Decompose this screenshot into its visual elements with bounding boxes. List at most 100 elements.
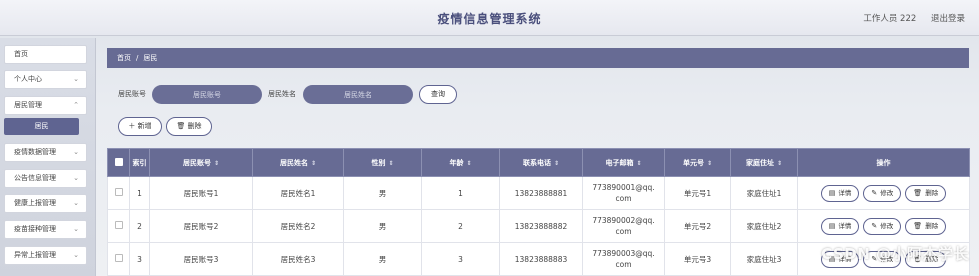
delete-button[interactable]: 🗑 删除: [905, 184, 947, 202]
add-label: 新增: [137, 122, 152, 130]
sidebar-item-label: 疫情数据管理: [14, 148, 56, 156]
cell-age: 1: [421, 176, 500, 210]
select-all-checkbox[interactable]: [114, 157, 123, 166]
row-checkbox[interactable]: [114, 221, 123, 229]
breadcrumb-current: 居民: [143, 54, 158, 62]
chevron-down-icon: ⌄: [73, 75, 79, 83]
sidebar-item-vaccination[interactable]: 疫苗接种管理 ⌄: [4, 220, 87, 239]
col-phone[interactable]: 联系电话 ⇕: [499, 148, 583, 177]
col-label: 联系电话: [522, 158, 551, 167]
detail-button[interactable]: ▤ 详情: [820, 184, 860, 202]
breadcrumb-separator: /: [136, 54, 139, 62]
cell-actions: ▤ 详情 ✎ 修改 🗑 删除: [797, 209, 970, 243]
sidebar: 首页 个人中心 ⌄ 居民管理 ⌃ 居民 疫情数据管理 ⌄ 公告信息管理 ⌄ 健康…: [0, 38, 96, 276]
cell-address: 家庭住址3: [730, 242, 798, 276]
account-label: 居民账号: [118, 90, 146, 98]
query-button[interactable]: 查询: [419, 85, 457, 104]
sidebar-item-label: 居民管理: [14, 101, 42, 109]
cell-name: 居民姓名2: [252, 209, 344, 243]
top-header: 疫情信息管理系统 工作人员 222 退出登录: [0, 0, 979, 36]
table-header-row: 索引 居民账号 ⇕ 居民姓名 ⇕ 性别 ⇕ 年龄 ⇕ 联系电话 ⇕ 电子邮箱 ⇕ 单元号 ⇕ …: [107, 148, 970, 177]
cell-phone: 13823888882: [499, 209, 583, 243]
name-label: 居民姓名: [268, 90, 296, 98]
sidebar-item-label: 个人中心: [14, 75, 42, 83]
col-label: 居民账号: [182, 158, 211, 167]
col-label: 居民姓名: [279, 158, 308, 167]
cell-index: 3: [129, 242, 150, 276]
detail-label: 详情: [838, 221, 852, 230]
cell-name: 居民姓名3: [252, 242, 344, 276]
main-content: 首页/居民 居民账号 居民姓名 查询 ＋ 新增 🗑 删除 索引 居民账号⇕ 居: [107, 48, 970, 276]
sidebar-item-health-report[interactable]: 健康上报管理 ⌄: [4, 194, 87, 213]
cell-phone: 13823888881: [499, 176, 583, 210]
cell-unit: 单元号3: [664, 242, 731, 276]
col-account[interactable]: 居民账号 ⇕: [149, 148, 253, 177]
account-search-input[interactable]: [152, 85, 262, 104]
chevron-down-icon: ⌄: [73, 174, 79, 182]
edit-button[interactable]: ✎ 修改: [863, 217, 902, 235]
cell-gender: 男: [343, 176, 422, 210]
col-label: 年龄: [449, 158, 464, 167]
col-name[interactable]: 居民姓名 ⇕: [252, 148, 344, 177]
delete-label: 删除: [925, 188, 939, 197]
sidebar-item-abnormal-report[interactable]: 异常上报管理 ⌄: [4, 246, 87, 265]
pencil-icon: ✎: [871, 221, 878, 230]
col-unit[interactable]: 单元号 ⇕: [664, 148, 731, 177]
chevron-down-icon: ⌄: [73, 148, 79, 156]
cell-unit: 单元号2: [664, 209, 731, 243]
header-user-area: 工作人员 222 退出登录: [851, 12, 965, 24]
email-text: 773890002@qq.com: [592, 216, 655, 236]
sidebar-item-home[interactable]: 首页: [4, 45, 87, 64]
plus-icon: ＋: [128, 122, 138, 130]
trash-icon: 🗑: [913, 221, 923, 230]
detail-label: 详情: [838, 188, 852, 197]
sort-icon: ⇕: [636, 159, 642, 167]
watermark: CSDN @小阿杰学长: [821, 245, 969, 263]
batch-delete-button[interactable]: 🗑 删除: [166, 117, 212, 136]
cell-index: 1: [129, 176, 150, 210]
row-checkbox[interactable]: [114, 188, 123, 196]
col-label: 电子邮箱: [605, 158, 634, 167]
cell-address: 家庭住址2: [730, 209, 798, 243]
sort-icon: ⇕: [310, 159, 317, 167]
cell-age: 3: [421, 242, 500, 276]
sidebar-item-announcement[interactable]: 公告信息管理 ⌄: [4, 169, 87, 188]
select-all-cell: [107, 148, 130, 177]
row-checkbox[interactable]: [114, 254, 123, 262]
sort-icon: ⇕: [388, 159, 394, 167]
table-row: 2 居民账号2 居民姓名2 男 2 13823888882 773890002@…: [107, 209, 970, 243]
sort-icon: ⇕: [776, 159, 783, 167]
cell-phone: 13823888883: [499, 242, 583, 276]
cell-account: 居民账号3: [149, 242, 253, 276]
col-address[interactable]: 家庭住址 ⇕: [730, 148, 798, 177]
sidebar-subitem-resident[interactable]: 居民: [4, 118, 79, 135]
cell-account: 居民账号1: [149, 176, 253, 210]
col-email[interactable]: 电子邮箱 ⇕: [582, 148, 665, 177]
detail-button[interactable]: ▤ 详情: [820, 217, 860, 235]
chevron-down-icon: ⌄: [73, 251, 79, 259]
sidebar-item-resident-mgmt[interactable]: 居民管理 ⌃: [4, 96, 87, 115]
email-text: 773890001@qq.com: [592, 183, 655, 203]
cell-index: 2: [129, 209, 150, 243]
breadcrumb-home[interactable]: 首页: [117, 54, 131, 62]
breadcrumb: 首页 / 居民: [107, 48, 969, 68]
name-search-input[interactable]: [303, 85, 413, 104]
edit-label: 修改: [880, 221, 894, 230]
cell-account: 居民账号2: [149, 209, 253, 243]
delete-button[interactable]: 🗑 删除: [905, 217, 947, 235]
edit-button[interactable]: ✎ 修改: [863, 184, 902, 202]
logout-link[interactable]: 退出登录: [931, 14, 965, 24]
document-icon: ▤: [828, 188, 836, 197]
current-user: 工作人员 222: [863, 14, 917, 24]
col-age[interactable]: 年龄 ⇕: [421, 148, 500, 177]
sidebar-item-epidemic-data[interactable]: 疫情数据管理 ⌄: [4, 143, 87, 162]
cell-email: 773890002@qq.com: [582, 209, 665, 243]
chevron-down-icon: ⌄: [73, 225, 79, 233]
col-gender[interactable]: 性别 ⇕: [343, 148, 422, 177]
cell-age: 2: [421, 209, 500, 243]
delete-label: 删除: [187, 122, 202, 130]
sidebar-item-profile[interactable]: 个人中心 ⌄: [4, 70, 87, 89]
sidebar-item-label: 疫苗接种管理: [14, 225, 56, 233]
cell-email: 773890003@qq.com: [582, 242, 665, 276]
add-button[interactable]: ＋ 新增: [118, 117, 162, 136]
